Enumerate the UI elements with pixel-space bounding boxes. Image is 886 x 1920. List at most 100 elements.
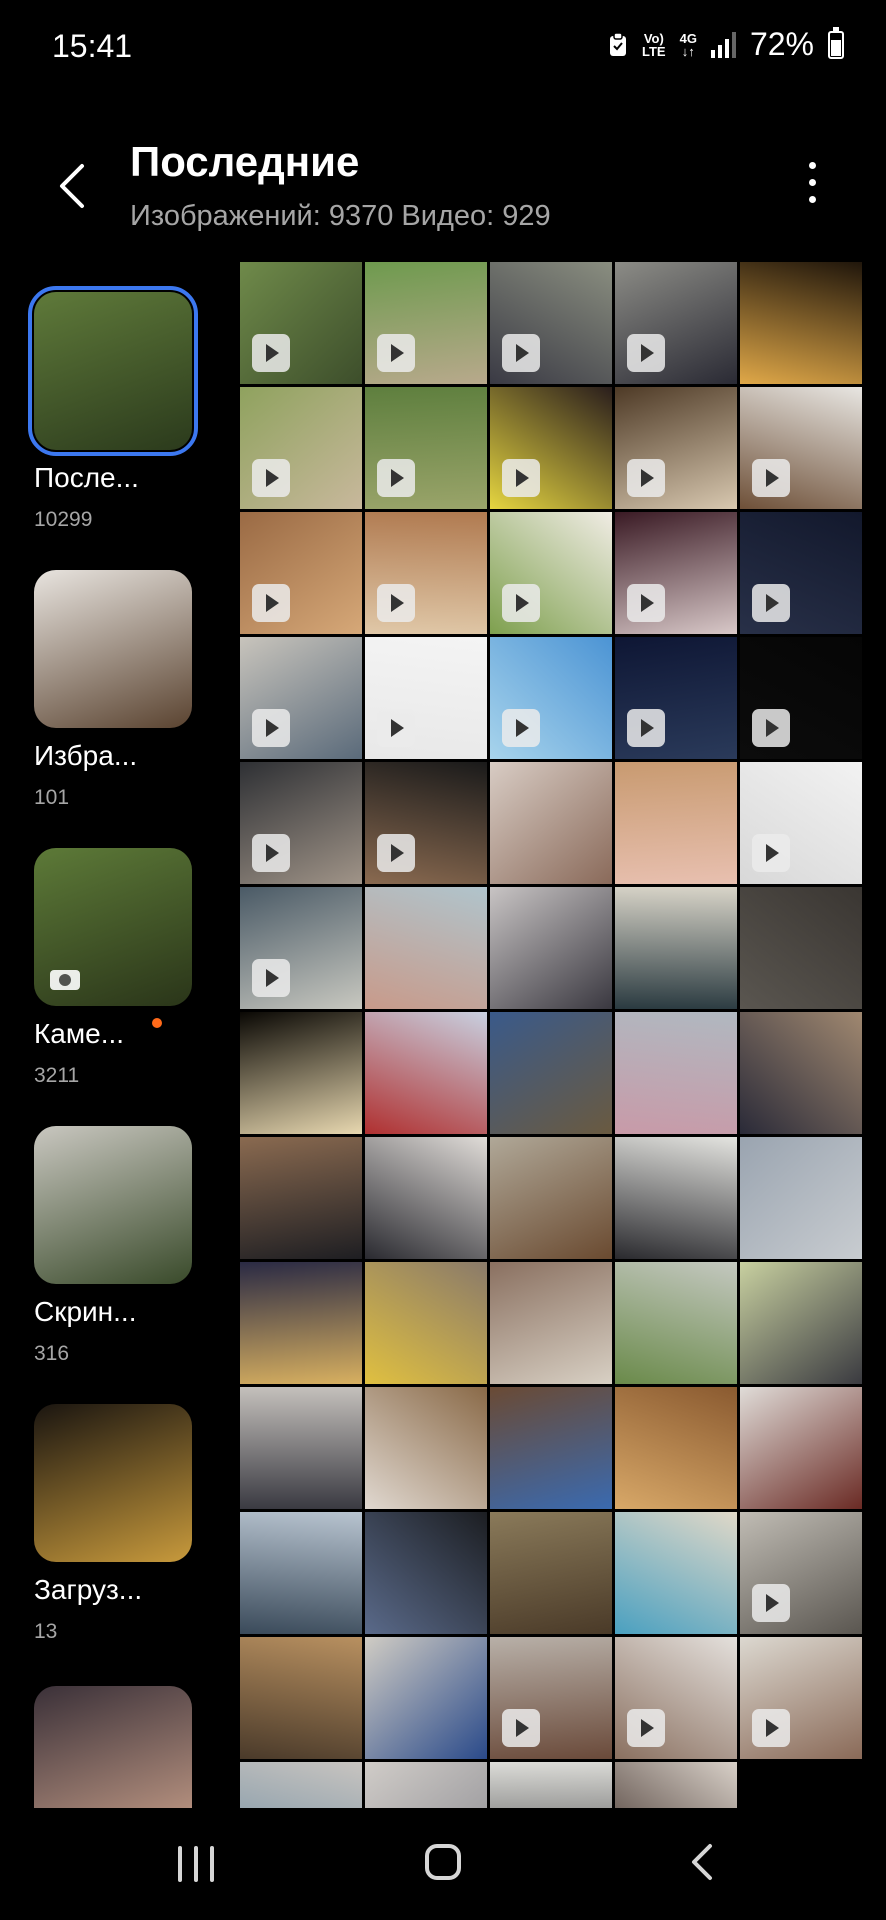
- album-thumbnail[interactable]: [28, 286, 198, 456]
- photo-thumbnail[interactable]: [365, 887, 487, 1009]
- photo-thumbnail[interactable]: [740, 887, 862, 1009]
- video-thumbnail[interactable]: [365, 262, 487, 384]
- home-button[interactable]: [425, 1844, 461, 1880]
- play-icon: [252, 459, 290, 497]
- video-thumbnail[interactable]: [740, 1512, 862, 1634]
- album-count: 13: [34, 1620, 58, 1643]
- video-thumbnail[interactable]: [615, 262, 737, 384]
- photo-thumbnail[interactable]: [490, 1762, 612, 1808]
- video-thumbnail[interactable]: [490, 262, 612, 384]
- photo-thumbnail[interactable]: [615, 1262, 737, 1384]
- album-item[interactable]: Избра... 101: [34, 570, 194, 810]
- video-thumbnail[interactable]: [365, 512, 487, 634]
- photo-thumbnail[interactable]: [490, 1387, 612, 1509]
- dot: [808, 179, 816, 186]
- back-button[interactable]: [48, 158, 98, 214]
- battery-percent: 72%: [749, 26, 814, 62]
- photo-thumbnail[interactable]: [740, 1262, 862, 1384]
- media-grid[interactable]: [240, 262, 862, 1808]
- photo-thumbnail[interactable]: [365, 1387, 487, 1509]
- video-thumbnail[interactable]: [615, 387, 737, 509]
- video-thumbnail[interactable]: [740, 1637, 862, 1759]
- photo-thumbnail[interactable]: [490, 1262, 612, 1384]
- nav-back-button[interactable]: [682, 1842, 722, 1882]
- video-thumbnail[interactable]: [365, 387, 487, 509]
- photo-thumbnail[interactable]: [615, 762, 737, 884]
- video-thumbnail[interactable]: [615, 512, 737, 634]
- photo-thumbnail[interactable]: [740, 1012, 862, 1134]
- photo-thumbnail[interactable]: [615, 1387, 737, 1509]
- video-thumbnail[interactable]: [240, 887, 362, 1009]
- dot: [808, 196, 816, 203]
- photo-thumbnail[interactable]: [490, 762, 612, 884]
- video-thumbnail[interactable]: [490, 637, 612, 759]
- status-icons: Vo) LTE 4G ↓↑ 72%: [608, 26, 844, 63]
- photo-thumbnail[interactable]: [490, 1012, 612, 1134]
- play-icon: [252, 959, 290, 997]
- video-thumbnail[interactable]: [615, 637, 737, 759]
- video-thumbnail[interactable]: [740, 387, 862, 509]
- play-icon: [252, 584, 290, 622]
- album-item[interactable]: Скрин... 316: [34, 1126, 194, 1366]
- photo-thumbnail[interactable]: [490, 1137, 612, 1259]
- video-thumbnail[interactable]: [240, 262, 362, 384]
- album-count: 101: [34, 786, 70, 809]
- photo-thumbnail[interactable]: [615, 1137, 737, 1259]
- photo-thumbnail[interactable]: [240, 1512, 362, 1634]
- photo-thumbnail[interactable]: [740, 1387, 862, 1509]
- video-thumbnail[interactable]: [740, 512, 862, 634]
- photo-thumbnail[interactable]: [740, 262, 862, 384]
- play-icon: [502, 1709, 540, 1747]
- play-icon: [752, 709, 790, 747]
- camera-icon: [50, 970, 80, 990]
- album-thumbnail[interactable]: [34, 1404, 192, 1562]
- photo-thumbnail[interactable]: [365, 1637, 487, 1759]
- play-icon: [627, 709, 665, 747]
- photo-thumbnail[interactable]: [615, 887, 737, 1009]
- video-thumbnail[interactable]: [490, 387, 612, 509]
- recent-apps-button[interactable]: [178, 1846, 214, 1882]
- photo-thumbnail[interactable]: [490, 1512, 612, 1634]
- album-thumbnail[interactable]: [34, 848, 192, 1006]
- photo-thumbnail[interactable]: [490, 887, 612, 1009]
- video-thumbnail[interactable]: [240, 637, 362, 759]
- photo-thumbnail[interactable]: [365, 1262, 487, 1384]
- video-thumbnail[interactable]: [740, 762, 862, 884]
- photo-thumbnail[interactable]: [615, 1512, 737, 1634]
- photo-thumbnail[interactable]: [365, 1012, 487, 1134]
- more-options-button[interactable]: [800, 162, 824, 206]
- album-item[interactable]: Каме... 3211: [34, 848, 194, 1088]
- video-thumbnail[interactable]: [240, 762, 362, 884]
- video-thumbnail[interactable]: [740, 637, 862, 759]
- photo-thumbnail[interactable]: [240, 1012, 362, 1134]
- play-icon: [627, 459, 665, 497]
- photo-thumbnail[interactable]: [615, 1012, 737, 1134]
- status-time: 15:41: [52, 28, 133, 64]
- video-thumbnail[interactable]: [365, 762, 487, 884]
- video-thumbnail[interactable]: [240, 387, 362, 509]
- photo-thumbnail[interactable]: [365, 1512, 487, 1634]
- video-thumbnail[interactable]: [490, 512, 612, 634]
- photo-thumbnail[interactable]: [615, 1762, 737, 1808]
- album-thumbnail[interactable]: [34, 570, 192, 728]
- video-thumbnail[interactable]: [490, 1637, 612, 1759]
- photo-thumbnail[interactable]: [240, 1262, 362, 1384]
- photo-thumbnail[interactable]: [365, 1137, 487, 1259]
- photo-thumbnail[interactable]: [740, 1762, 862, 1808]
- album-item[interactable]: Загруз... 13: [34, 1404, 194, 1644]
- album-thumbnail[interactable]: [34, 1126, 192, 1284]
- photo-thumbnail[interactable]: [240, 1137, 362, 1259]
- photo-thumbnail[interactable]: [240, 1637, 362, 1759]
- album-item[interactable]: После... 10299: [28, 286, 198, 532]
- video-thumbnail[interactable]: [240, 512, 362, 634]
- photo-thumbnail[interactable]: [240, 1762, 362, 1808]
- play-icon: [752, 1584, 790, 1622]
- video-thumbnail[interactable]: [365, 637, 487, 759]
- volte-icon: Vo) LTE: [642, 30, 666, 59]
- play-icon: [752, 584, 790, 622]
- video-thumbnail[interactable]: [615, 1637, 737, 1759]
- photo-thumbnail[interactable]: [240, 1387, 362, 1509]
- photo-thumbnail[interactable]: [740, 1137, 862, 1259]
- photo-thumbnail[interactable]: [365, 1762, 487, 1808]
- new-items-dot: [152, 1018, 162, 1028]
